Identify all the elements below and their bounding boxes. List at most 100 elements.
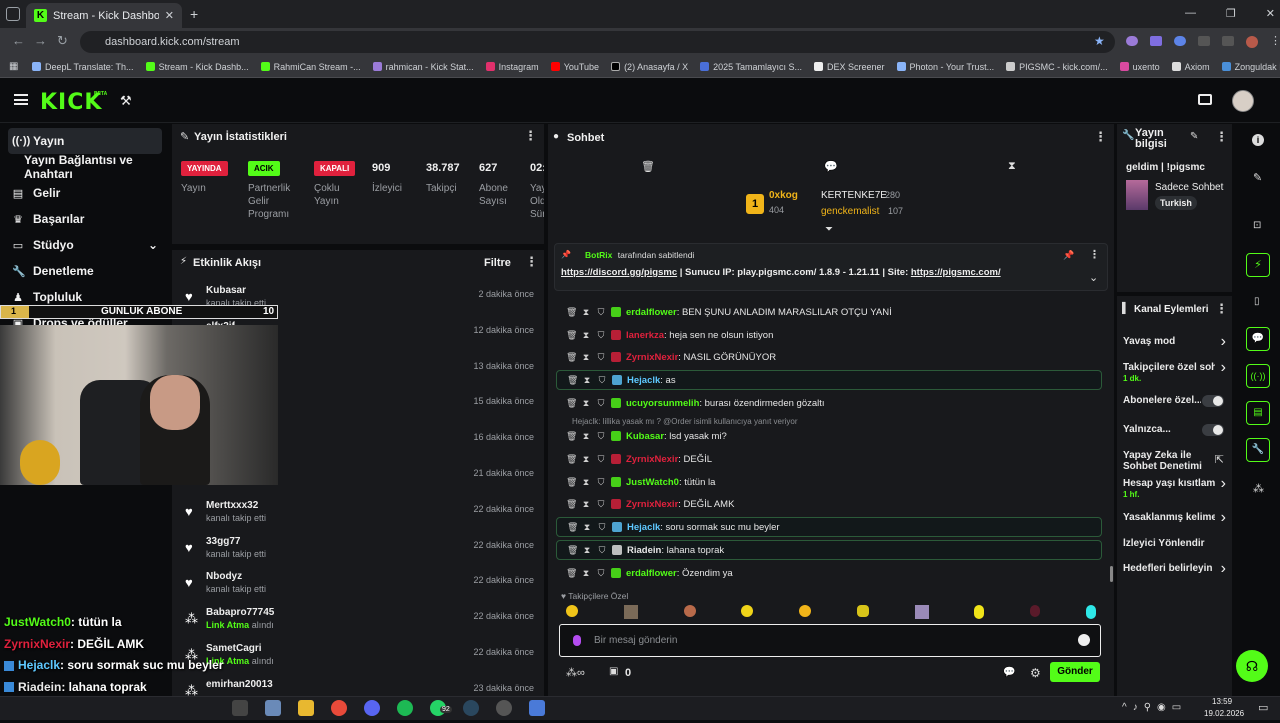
chat-username[interactable]: Kubasar [626, 431, 664, 442]
filter-button[interactable]: Filtre [484, 257, 511, 269]
delete-message-icon[interactable]: 🗑 [566, 352, 577, 363]
document-icon[interactable]: ▯ [1254, 296, 1260, 307]
chat-username[interactable]: erdalflower [626, 307, 677, 318]
unpin-icon[interactable]: 📌 [1063, 250, 1074, 261]
sidebar-item-denetleme[interactable]: 🔧 Denetleme [0, 258, 170, 284]
filter-icon[interactable]: ⏷ [825, 224, 833, 235]
bookmark-item[interactable]: DeepL Translate: Th... [32, 62, 134, 72]
quick-action-broadcast-icon[interactable]: ((·)) [1246, 364, 1270, 388]
bookmark-item[interactable]: Zonguldak İngilizce... [1221, 62, 1280, 72]
capture-icon[interactable]: ⊡ [1253, 220, 1261, 231]
discord-link[interactable]: https://discord.gg/pigsmc [561, 267, 677, 278]
bookmark-item[interactable]: 2025 Tamamlayıcı S... [700, 62, 802, 72]
chat-icon[interactable]: 💬 [824, 160, 838, 173]
chat-username[interactable]: erdalflower [626, 568, 677, 579]
taskview-icon[interactable] [232, 700, 248, 716]
delete-message-icon[interactable]: 🗑 [567, 522, 578, 533]
timeout-icon[interactable]: ⧗ [582, 522, 592, 533]
bookmark-item[interactable]: YouTube [550, 62, 599, 72]
pen-tool-icon[interactable]: ✎ [1253, 171, 1262, 184]
timeout-icon[interactable]: ⧗ [581, 454, 591, 465]
steam-icon[interactable] [463, 700, 479, 716]
app-icon[interactable] [496, 700, 512, 716]
quick-action-chat-icon[interactable]: 💬 [1246, 327, 1270, 351]
ban-shield-icon[interactable]: ⛉ [596, 454, 606, 465]
delete-message-icon[interactable]: 🗑 [567, 375, 578, 386]
delete-message-icon[interactable]: 🗑 [566, 477, 577, 488]
app-icon[interactable] [529, 700, 545, 716]
ban-shield-icon[interactable]: ⛉ [597, 522, 607, 533]
chat-username[interactable]: Hejaclk [627, 375, 660, 386]
quick-action-wrench-icon[interactable]: 🔧 [1246, 438, 1270, 462]
bookmark-item[interactable]: DEX Screener [813, 62, 885, 72]
quick-action-wallet-icon[interactable]: ▤ [1246, 401, 1270, 425]
timeout-icon[interactable]: ⧗ [581, 307, 591, 318]
chat-username[interactable]: ZyrnixNexir [626, 454, 678, 465]
sidebar-item-yayin[interactable]: ((·)) Yayın [8, 128, 162, 154]
sidebar-item-gelir[interactable]: ▤ Gelir [0, 180, 170, 206]
points-icon[interactable]: ⁂∞ [566, 666, 585, 679]
ban-shield-icon[interactable]: ⛉ [597, 375, 607, 386]
activity-menu-icon[interactable]: ⋮ [525, 254, 538, 270]
notification-icon[interactable]: ▭ [1258, 701, 1268, 714]
bookmark-item[interactable]: PIGSMC - kick.com/... [1006, 62, 1108, 72]
timeout-icon[interactable]: ⧗ [582, 375, 592, 386]
channel-action-item[interactable]: Yavaş mod › [1123, 333, 1228, 358]
chat-input[interactable]: Bir mesaj gönderin [559, 624, 1101, 657]
browser-tab[interactable]: K Stream - Kick Dashboard ✕ [26, 3, 182, 28]
timeout-icon[interactable]: ⧗ [581, 477, 591, 488]
edit-icon[interactable]: ✎ [1190, 131, 1198, 142]
spotify-icon[interactable] [397, 700, 413, 716]
site-link[interactable]: https://pigsmc.com/ [911, 267, 1001, 278]
apps-icon[interactable]: ▦ [9, 61, 18, 72]
stats-menu-icon[interactable]: ⋮ [524, 128, 537, 144]
sidebar-item-stream-key[interactable]: Yayın Bağlantısı ve Anahtarı [0, 153, 170, 181]
ban-shield-icon[interactable]: ⛉ [597, 545, 607, 556]
ban-shield-icon[interactable]: ⛉ [596, 431, 606, 442]
tray-icons[interactable]: ^♪⚲◉▭ [1122, 702, 1187, 713]
timeout-icon[interactable]: ⧗ [581, 398, 591, 409]
chat-username[interactable]: JustWatch0 [626, 477, 679, 488]
hamburger-menu-icon[interactable] [14, 94, 28, 105]
hammer-icon[interactable]: ⚒ [120, 93, 132, 109]
send-button[interactable]: Gönder [1050, 662, 1100, 682]
chat-username[interactable]: ucuyorsunmelih [626, 398, 699, 409]
maximize-icon[interactable]: ❐ [1226, 7, 1236, 20]
bookmark-item[interactable]: (2) Anasayfa / X [611, 62, 688, 72]
sidebar-item-basarilar[interactable]: ♛ Başarılar [0, 206, 170, 232]
channel-action-item[interactable]: Hedefleri belirleyin › [1123, 560, 1228, 585]
delete-message-icon[interactable]: 🗑 [566, 431, 577, 442]
chat-menu-icon[interactable]: ⋮ [1094, 129, 1107, 145]
browser-menu-icon[interactable] [6, 7, 20, 21]
close-tab-icon[interactable]: ✕ [165, 9, 174, 22]
toggle-switch[interactable] [1202, 395, 1224, 407]
hourglass-icon[interactable]: ⧗ [1008, 160, 1016, 173]
ban-shield-icon[interactable]: ⛉ [596, 477, 606, 488]
explorer-icon[interactable] [265, 700, 281, 716]
channel-action-item[interactable]: Hesap yaşı kısıtlama 1 hf. › [1123, 475, 1228, 500]
settings-gear-icon[interactable]: ⚙ [1030, 666, 1041, 680]
bookmark-item[interactable]: Axiom [1171, 62, 1210, 72]
bookmark-item[interactable]: Photon - Your Trust... [896, 62, 994, 72]
channel-action-item[interactable]: Yapay Zeka ile Sohbet Denetimi ⇱ [1123, 450, 1228, 472]
bookmark-star-icon[interactable]: ★ [1094, 34, 1105, 48]
delete-message-icon[interactable]: 🗑 [567, 545, 578, 556]
support-headset-icon[interactable]: ☊ [1236, 650, 1268, 682]
emote-row[interactable] [566, 605, 1096, 621]
bookmark-item[interactable]: uxento [1119, 62, 1160, 72]
discord-icon[interactable] [364, 700, 380, 716]
new-tab-icon[interactable]: + [190, 6, 198, 22]
chrome-icon[interactable] [331, 700, 347, 716]
ban-shield-icon[interactable]: ⛉ [596, 499, 606, 510]
timeout-icon[interactable]: ⧗ [581, 499, 591, 510]
bookmark-item[interactable]: Instagram [485, 62, 539, 72]
chat-username[interactable]: Riadein [627, 545, 661, 556]
ban-shield-icon[interactable]: ⛉ [596, 307, 606, 318]
ban-shield-icon[interactable]: ⛉ [596, 330, 606, 341]
toggle-switch[interactable] [1202, 424, 1224, 436]
forward-icon[interactable]: → [34, 33, 47, 48]
timeout-icon[interactable]: ⧗ [581, 568, 591, 579]
sidebar-item-studyo[interactable]: ▭ Stüdyo ⌄ [0, 232, 170, 258]
address-bar[interactable]: dashboard.kick.com/stream [80, 31, 1115, 53]
back-icon[interactable]: ← [12, 33, 25, 48]
